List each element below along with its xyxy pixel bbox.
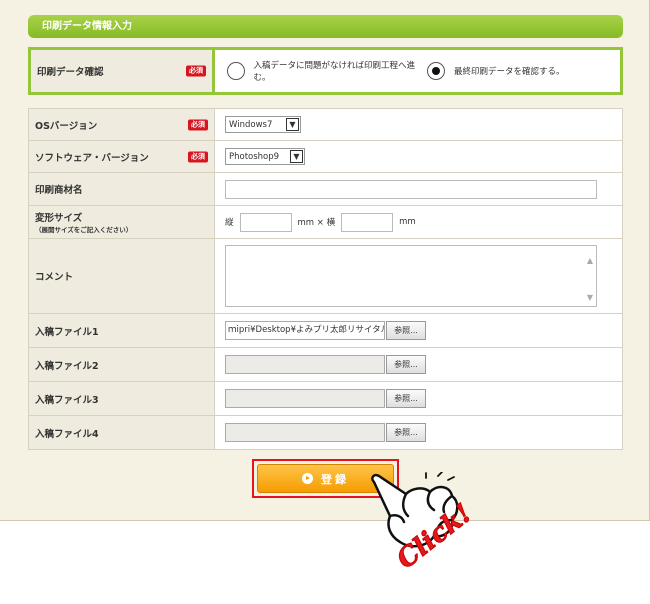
product-label-cell: 印刷商材名 (28, 173, 215, 205)
os-label: OSバージョン (35, 120, 98, 132)
print-confirm-options: 入稿データに問題がなければ印刷工程へ進む。 最終印刷データを確認する。 (215, 50, 620, 92)
file1-browse-button[interactable]: 参照... (386, 321, 426, 340)
comment-label-cell: コメント (28, 239, 215, 313)
radio-option-proceed[interactable]: 入稿データに問題がなければ印刷工程へ進む。 (227, 59, 427, 83)
software-select[interactable]: Photoshop9 ▼ (225, 148, 305, 165)
file3-browse-button[interactable]: 参照... (386, 389, 426, 408)
radio-proceed[interactable] (227, 62, 245, 80)
file-row-1: 入稿ファイル1 ｍipri¥Desktop¥よみプリ太郎リサイタル.pdf 参照… (28, 314, 623, 348)
chevron-down-icon[interactable]: ▼ (286, 118, 299, 131)
product-row: 印刷商材名 (28, 173, 623, 206)
print-confirm-label: 印刷データ確認 (37, 67, 104, 78)
chevron-down-icon[interactable]: ▼ (290, 150, 303, 163)
required-badge: 必須 (188, 151, 208, 162)
os-label-cell: OSバージョン 必須 (28, 109, 215, 140)
software-row: ソフトウェア・バージョン 必須 Photoshop9 ▼ (28, 141, 623, 173)
file1-input[interactable]: ｍipri¥Desktop¥よみプリ太郎リサイタル.pdf (225, 321, 385, 340)
scroll-down-icon[interactable]: ▼ (587, 293, 593, 302)
required-badge: 必須 (188, 119, 208, 130)
submit-label: 登録 (321, 472, 349, 486)
play-circle-icon (302, 473, 313, 484)
comment-value-cell: ▲ ▼ (215, 239, 623, 313)
file1-label-cell: 入稿ファイル1 (28, 314, 215, 347)
size-value-cell: 縦 mm × 横 mm (215, 206, 623, 238)
os-row: OSバージョン 必須 Windows7 ▼ (28, 108, 623, 141)
file-row-3: 入稿ファイル3 参照... (28, 382, 623, 416)
file1-value-cell: ｍipri¥Desktop¥よみプリ太郎リサイタル.pdf 参照... (215, 314, 623, 347)
size-label: 変形サイズ (35, 213, 83, 224)
size-width-input[interactable] (341, 212, 394, 232)
product-input[interactable] (225, 179, 597, 199)
radio-proceed-label: 入稿データに問題がなければ印刷工程へ進む。 (253, 61, 416, 83)
comment-row: コメント ▲ ▼ (28, 239, 623, 314)
print-confirm-label-cell: 印刷データ確認 必須 (31, 50, 215, 92)
file4-value-cell: 参照... (215, 416, 623, 449)
file3-value-cell: 参照... (215, 382, 623, 415)
file2-browse-button[interactable]: 参照... (386, 355, 426, 374)
radio-check-final[interactable] (427, 62, 445, 80)
comment-textarea[interactable]: ▲ ▼ (225, 245, 597, 307)
section-title: 印刷データ情報入力 (28, 15, 623, 38)
os-value-cell: Windows7 ▼ (215, 109, 623, 140)
size-row: 変形サイズ （展開サイズをご記入ください） 縦 mm × 横 mm (28, 206, 623, 239)
radio-option-check-final[interactable]: 最終印刷データを確認する。 (427, 62, 565, 80)
file3-label: 入稿ファイル3 (35, 394, 99, 406)
radio-check-final-label: 最終印刷データを確認する。 (454, 67, 565, 77)
software-value-cell: Photoshop9 ▼ (215, 141, 623, 172)
size-note: （展開サイズをご記入ください） (35, 226, 133, 234)
os-select-value: Windows7 (229, 119, 273, 130)
file4-browse-button[interactable]: 参照... (386, 423, 426, 442)
file2-value-cell: 参照... (215, 348, 623, 381)
software-label: ソフトウェア・バージョン (35, 152, 149, 164)
software-select-value: Photoshop9 (229, 151, 280, 162)
file-row-2: 入稿ファイル2 参照... (28, 348, 623, 382)
required-badge: 必須 (186, 65, 206, 77)
file-row-4: 入稿ファイル4 参照... (28, 416, 623, 450)
product-label: 印刷商材名 (35, 185, 83, 196)
scroll-up-icon[interactable]: ▲ (587, 256, 593, 265)
file2-label-cell: 入稿ファイル2 (28, 348, 215, 381)
size-unit: mm (399, 217, 416, 227)
size-label-cell: 変形サイズ （展開サイズをご記入ください） (28, 206, 215, 238)
software-label-cell: ソフトウェア・バージョン 必須 (28, 141, 215, 172)
product-value-cell (215, 173, 623, 205)
file2-input[interactable] (225, 355, 385, 374)
file4-label: 入稿ファイル4 (35, 428, 99, 440)
file3-input[interactable] (225, 389, 385, 408)
file3-label-cell: 入稿ファイル3 (28, 382, 215, 415)
file2-label: 入稿ファイル2 (35, 360, 99, 372)
os-select[interactable]: Windows7 ▼ (225, 116, 301, 133)
data-form-table: OSバージョン 必須 Windows7 ▼ ソフトウェア・バージョン 必須 Ph… (28, 108, 623, 450)
print-confirm-row: 印刷データ確認 必須 入稿データに問題がなければ印刷工程へ進む。 最終印刷データ… (28, 47, 623, 95)
size-mid-text: mm × 横 (297, 218, 336, 228)
size-height-input[interactable] (239, 212, 292, 232)
comment-label: コメント (35, 272, 74, 283)
file4-input[interactable] (225, 423, 385, 442)
size-height-prefix: 縦 (225, 218, 234, 228)
file4-label-cell: 入稿ファイル4 (28, 416, 215, 449)
file1-label: 入稿ファイル1 (35, 326, 99, 338)
